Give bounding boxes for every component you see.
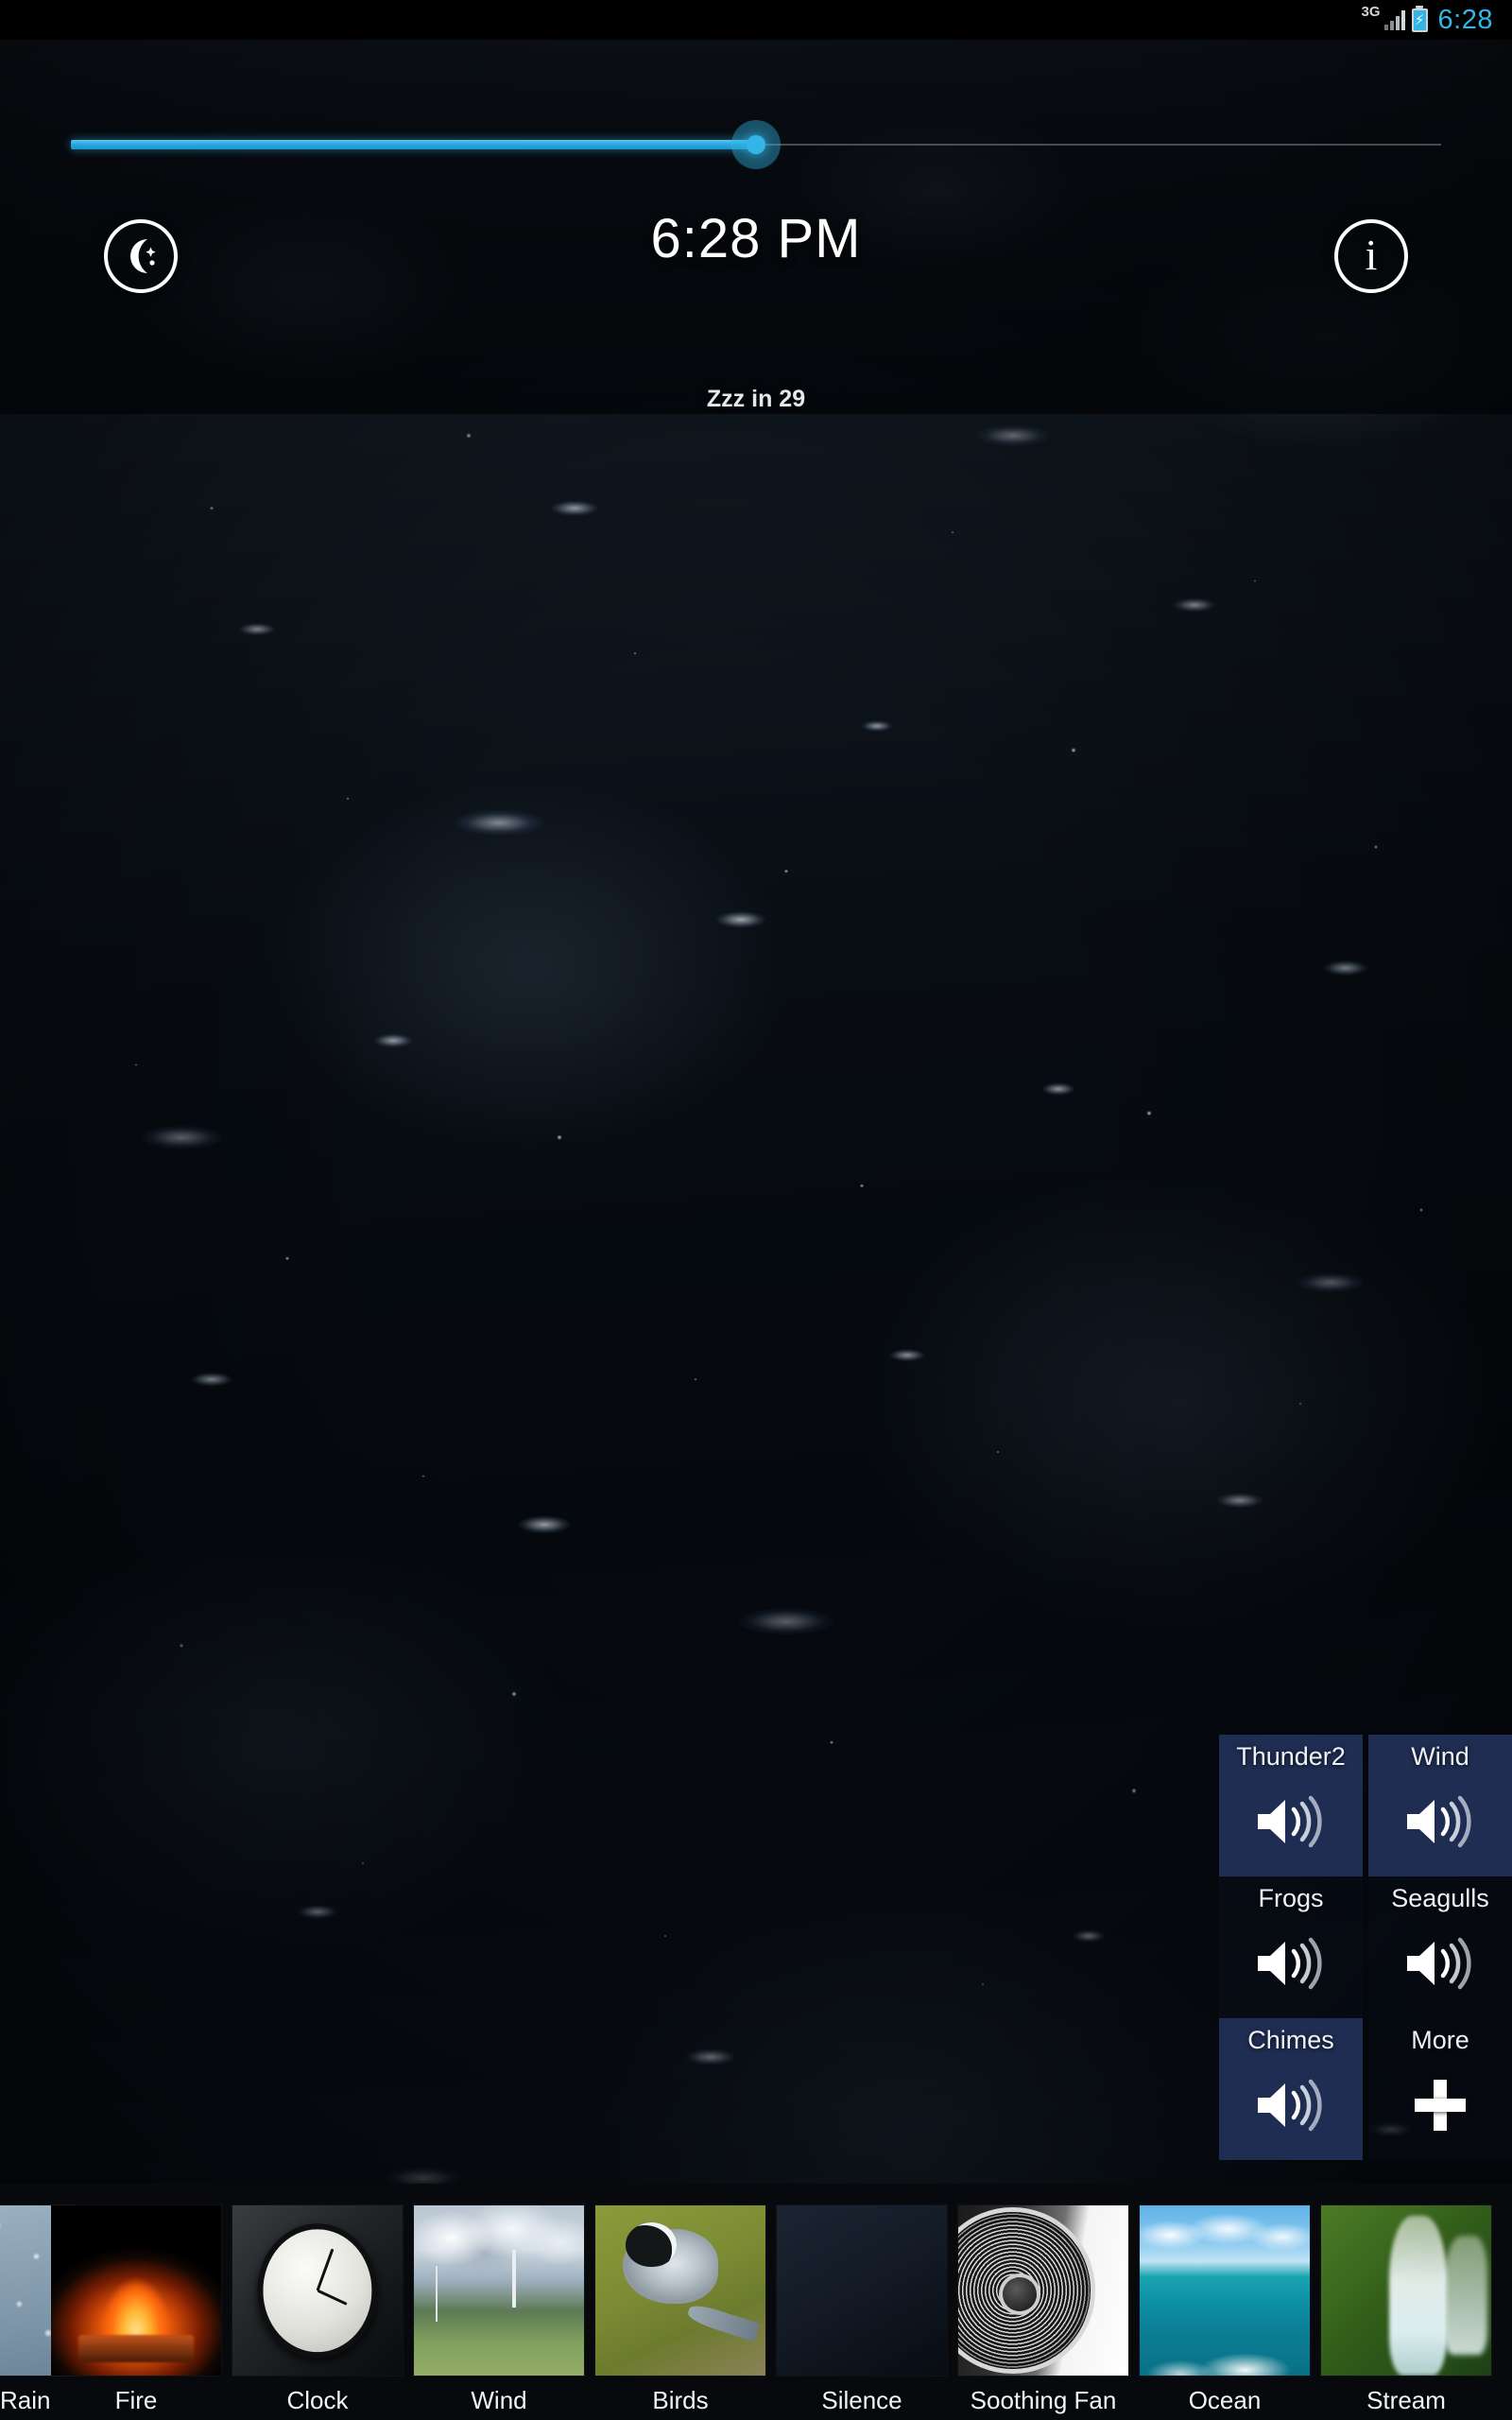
scene-thumbnail-stream[interactable]: Stream [1315,2184,1497,2420]
bird-tail-shape [686,2302,761,2342]
art-fire-artwork [51,2205,221,2376]
sound-tile-icon-wrap [1219,2049,1363,2160]
scene-thumbnail-image [414,2205,584,2376]
art-clock-artwork [232,2205,403,2376]
art-birds-artwork [595,2205,765,2376]
scene-thumbnail-strip[interactable]: Rain Fire Clock Wind Birds Silence Soothing Fa… [0,2184,1512,2420]
art-fan-artwork [958,2205,1128,2376]
art-silence-artwork [777,2205,947,2376]
clock-minute-hand [317,2289,348,2306]
scene-thumbnail-wind[interactable]: Wind [408,2184,590,2420]
scene-thumbnail-clock[interactable]: Clock [227,2184,408,2420]
volume-slider-thumb[interactable] [731,120,781,169]
volume-slider[interactable] [0,120,1512,169]
sound-tile-frogs[interactable]: Frogs [1219,1876,1363,2018]
volume-on-icon [1407,1937,1471,1989]
scene-thumbnail-birds[interactable]: Birds [590,2184,771,2420]
scene-thumbnail-fire[interactable]: Fire [45,2184,227,2420]
scene-thumbnail-silence[interactable]: Silence [771,2184,953,2420]
scene-thumbnail-image [595,2205,765,2376]
sound-tile-more[interactable]: More [1368,2018,1512,2160]
status-bar: 3G ⚡ 6:28 [0,0,1512,40]
scene-thumbnail-image [958,2205,1128,2376]
battery-charging-icon: ⚡ [1411,8,1428,32]
scene-thumbnail-image [51,2205,221,2376]
scene-thumbnail-image [777,2205,947,2376]
scene-thumbnail-image [232,2205,403,2376]
sound-tile-chimes[interactable]: Chimes [1219,2018,1363,2160]
main-clock-time: 6:28 PM [650,208,862,269]
plus-icon [1415,2080,1466,2131]
sound-tile-icon-wrap [1219,1908,1363,2018]
sound-tile-icon-wrap [1368,1766,1512,1876]
art-ocean-artwork [1140,2205,1310,2376]
sound-tile-thunder2[interactable]: Thunder2 [1219,1735,1363,1876]
scene-thumbnail-label: Silence [821,2386,902,2414]
volume-on-icon [1258,2079,1322,2131]
scene-thumbnail-ocean[interactable]: Ocean [1134,2184,1315,2420]
header-control-panel: 6:28 PM i Zzz in 29 [0,40,1512,414]
art-wind-artwork [414,2205,584,2376]
scene-thumbnail-label: Birds [652,2386,709,2414]
info-icon: i [1365,231,1378,279]
sound-tile-seagulls[interactable]: Seagulls [1368,1876,1512,2018]
sleep-timer-text: Zzz in 29 [706,386,806,412]
network-type-label: 3G [1361,4,1381,20]
signal-bars-icon [1383,9,1405,30]
sound-tile-icon-wrap [1368,1908,1512,2018]
scene-thumbnail-label: Fire [114,2386,158,2414]
scene-thumbnail-label: Soothing Fan [970,2386,1117,2414]
volume-on-icon [1258,1795,1322,1847]
volume-slider-fill [71,140,756,149]
volume-on-icon [1407,1795,1471,1847]
charging-bolt-glyph: ⚡ [1414,11,1425,28]
volume-on-icon [1258,1937,1322,1989]
scene-thumbnail-image [1321,2205,1491,2376]
sound-mixer-grid: Thunder2 Wind Frogs Seagulls Chimes More [1219,1735,1512,2160]
art-stream-artwork [1321,2205,1491,2376]
scene-thumbnail-label: Stream [1366,2386,1446,2414]
sound-tile-icon-wrap [1219,1766,1363,1876]
app-screen: 3G ⚡ 6:28 6:28 PM i Zzz in 29 Thunder2 Wi… [0,0,1512,2420]
scene-thumbnail-label: Clock [286,2386,349,2414]
sound-tile-icon-wrap [1368,2049,1512,2160]
scene-thumbnail-label: Wind [471,2386,527,2414]
info-button[interactable]: i [1334,219,1408,293]
scene-thumbnail-label: Ocean [1188,2386,1262,2414]
scene-thumbnail-soothing-fan[interactable]: Soothing Fan [953,2184,1134,2420]
scene-thumbnail-label: Rain [0,2386,51,2414]
status-bar-clock: 6:28 [1437,4,1493,35]
sound-tile-wind[interactable]: Wind [1368,1735,1512,1876]
scene-thumbnail-image [1140,2205,1310,2376]
scene-thumbnail-rain[interactable]: Rain [0,2184,74,2420]
